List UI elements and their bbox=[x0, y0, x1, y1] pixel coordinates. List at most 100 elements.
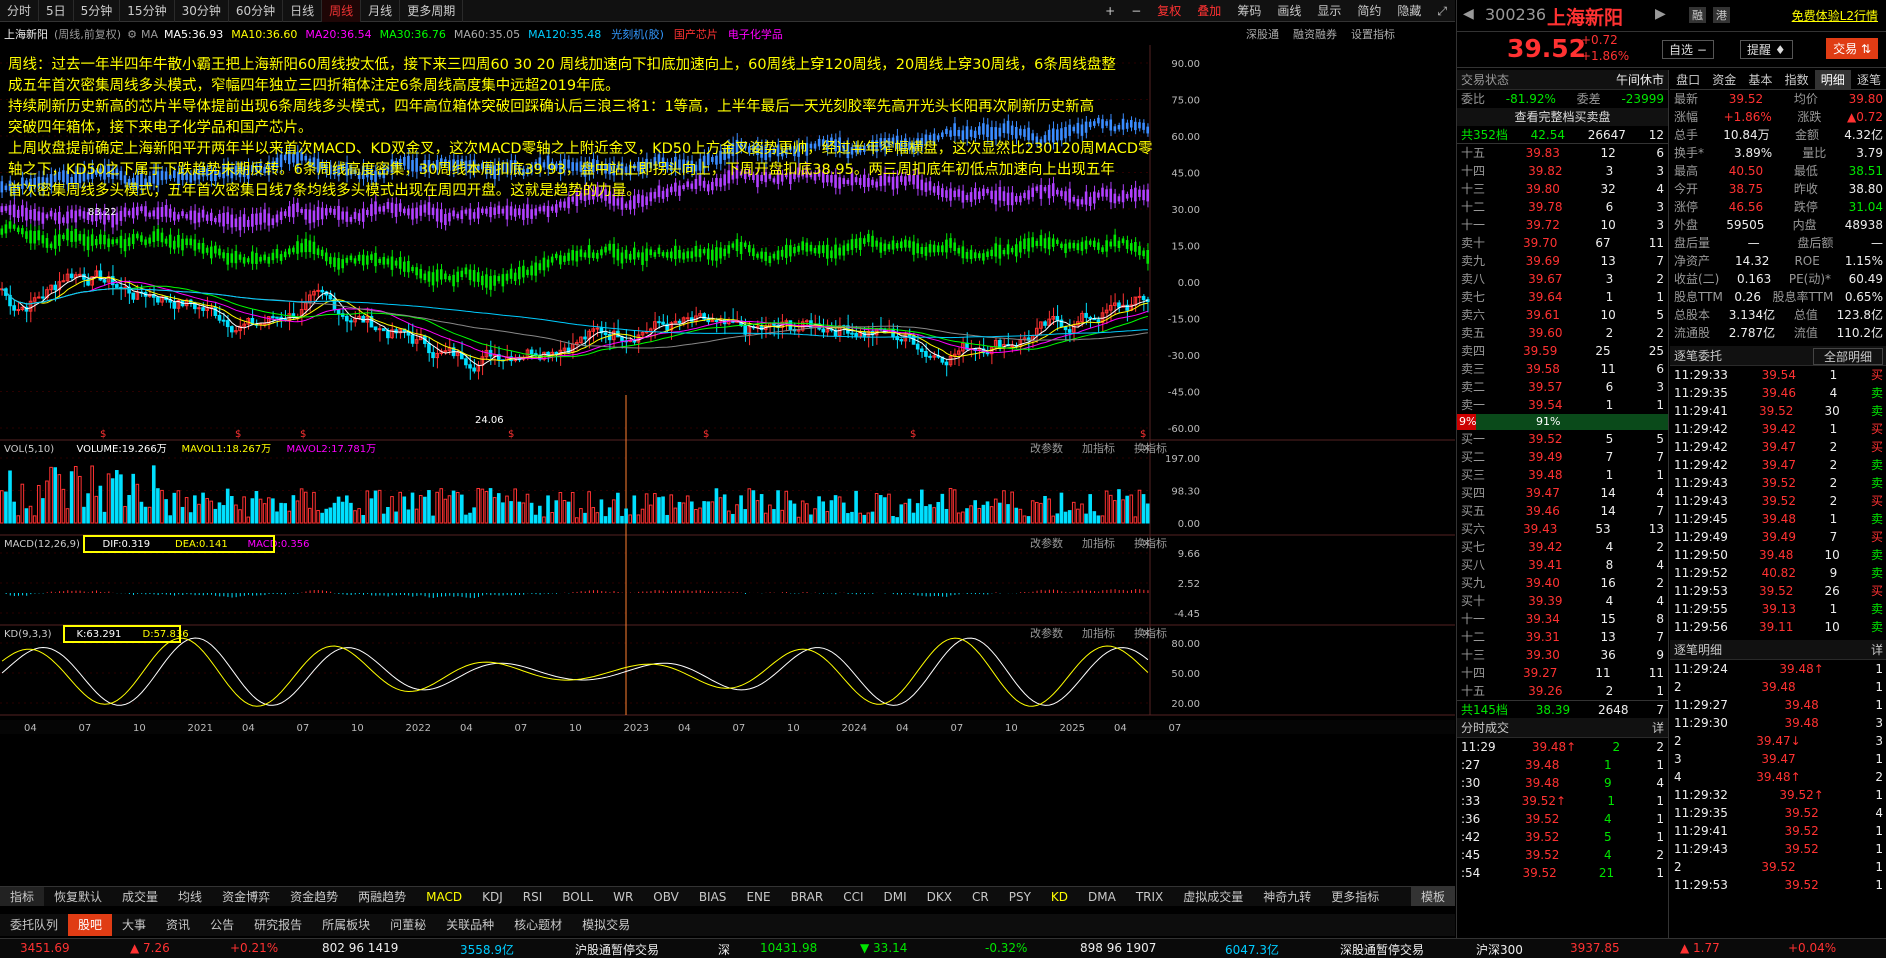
toolbar-button[interactable]: 显示 bbox=[1309, 0, 1349, 22]
indicator-tab[interactable]: TRIX bbox=[1126, 887, 1173, 906]
indicator-tab[interactable]: BRAR bbox=[781, 887, 834, 906]
info-tab[interactable]: 模拟交易 bbox=[572, 914, 640, 936]
quote-tab[interactable]: 明细 bbox=[1814, 70, 1851, 89]
indicator-tab[interactable]: WR bbox=[603, 887, 643, 906]
tag-2[interactable]: 国产芯片 bbox=[674, 26, 718, 42]
close-icon[interactable]: ✕ bbox=[1142, 442, 1151, 455]
kline-chart[interactable]: 90.0075.0060.0045.0030.0015.000.00-15.00… bbox=[0, 45, 1455, 913]
trade-button[interactable]: 交易 ⇅ bbox=[1826, 38, 1878, 59]
info-tab[interactable]: 关联品种 bbox=[436, 914, 504, 936]
tag-3[interactable]: 电子化学品 bbox=[728, 26, 783, 42]
close-icon[interactable]: ✕ bbox=[1142, 627, 1151, 640]
indicator-tab[interactable]: 模板 bbox=[1410, 887, 1455, 906]
period-tab[interactable]: 日线 bbox=[283, 0, 323, 22]
toolbar-button[interactable]: 筹码 bbox=[1229, 0, 1269, 22]
indicator-tab[interactable]: DMA bbox=[1078, 887, 1126, 906]
toolbar-button[interactable]: 叠加 bbox=[1189, 0, 1229, 22]
indicator-tab[interactable]: DMI bbox=[874, 887, 917, 906]
panel-button[interactable]: 改参数 bbox=[1030, 441, 1063, 455]
toolbar-button[interactable]: 画线 bbox=[1269, 0, 1309, 22]
full-depth-button[interactable]: 查看完整档买卖盘 bbox=[1457, 108, 1668, 126]
volume-bar bbox=[1129, 494, 1134, 524]
info-tab[interactable]: 问董秘 bbox=[380, 914, 436, 936]
overlay-candle-body bbox=[1014, 126, 1018, 139]
indicator-tab[interactable]: 更多指标 bbox=[1321, 887, 1389, 906]
toolbar-button[interactable]: + bbox=[1097, 0, 1123, 22]
info-tab[interactable]: 研究报告 bbox=[244, 914, 312, 936]
zhubi-filter[interactable]: 全部明细 bbox=[1812, 348, 1883, 365]
indicator-tab[interactable]: 两融趋势 bbox=[348, 887, 416, 906]
indicator-tab[interactable]: DKX bbox=[917, 887, 962, 906]
indicator-tab[interactable]: 恢复默认 bbox=[44, 887, 112, 906]
indicator-tab[interactable]: PSY bbox=[999, 887, 1041, 906]
indicator-tab[interactable]: 均线 bbox=[168, 887, 212, 906]
toolbar-button[interactable]: 复权 bbox=[1149, 0, 1189, 22]
quote-tab[interactable]: 盘口 bbox=[1670, 70, 1706, 89]
indicator-tab[interactable]: ENE bbox=[736, 887, 780, 906]
quote-tab[interactable]: 指数 bbox=[1779, 70, 1815, 89]
period-tab[interactable]: 15分钟 bbox=[120, 0, 175, 22]
indicator-tab[interactable]: MACD bbox=[416, 887, 472, 906]
tick-row-cell: 39.52 bbox=[1522, 866, 1557, 880]
period-tab[interactable]: 周线 bbox=[322, 0, 362, 22]
quote-tab[interactable]: 基本 bbox=[1742, 70, 1778, 89]
indicator-tab[interactable]: 资金趋势 bbox=[280, 887, 348, 906]
link-settings[interactable]: 设置指标 bbox=[1351, 26, 1395, 42]
toolbar-button[interactable]: 简约 bbox=[1349, 0, 1389, 22]
link-shgt[interactable]: 深股通 bbox=[1246, 26, 1279, 42]
indicator-tab[interactable]: KD bbox=[1041, 887, 1078, 906]
info-tab[interactable]: 核心题材 bbox=[504, 914, 572, 936]
indicator-tab[interactable]: BIAS bbox=[689, 887, 737, 906]
trade-tick-row-cell: 1 bbox=[1875, 752, 1883, 766]
indicator-tab[interactable]: 成交量 bbox=[112, 887, 168, 906]
l2-promo-link[interactable]: 免费体验L2行情 bbox=[1792, 7, 1878, 24]
info-tab[interactable]: 资讯 bbox=[156, 914, 200, 936]
period-tab[interactable]: 更多周期 bbox=[400, 0, 464, 22]
gear-icon[interactable]: ⚙ bbox=[127, 28, 137, 41]
info-tab[interactable]: 所属板块 bbox=[312, 914, 380, 936]
indicator-tab[interactable]: 指标 bbox=[0, 887, 45, 906]
toolbar-button[interactable]: ⤢ bbox=[1429, 0, 1455, 22]
indicator-tab[interactable]: CR bbox=[962, 887, 999, 906]
panel-button[interactable]: 加指标 bbox=[1082, 441, 1115, 455]
indicator-tab[interactable]: BOLL bbox=[552, 887, 603, 906]
quote-tab[interactable]: 资金 bbox=[1706, 70, 1742, 89]
period-tab[interactable]: 月线 bbox=[361, 0, 401, 22]
indicator-tab[interactable]: CCI bbox=[833, 887, 873, 906]
tag-1[interactable]: 光刻机(胶) bbox=[611, 26, 664, 42]
period-tab[interactable]: 30分钟 bbox=[175, 0, 229, 22]
watchlist-button[interactable]: 自选 − bbox=[1662, 40, 1714, 59]
period-tab[interactable]: 分时 bbox=[0, 0, 40, 22]
alert-button[interactable]: 提醒 ♦ bbox=[1740, 40, 1793, 59]
link-margin[interactable]: 融资融券 bbox=[1293, 26, 1337, 42]
toolbar-button[interactable]: − bbox=[1123, 0, 1149, 22]
info-tab[interactable]: 股吧 bbox=[68, 914, 113, 936]
period-tab[interactable]: 60分钟 bbox=[229, 0, 284, 22]
close-icon[interactable]: ✕ bbox=[1142, 537, 1151, 550]
info-tab[interactable]: 委托队列 bbox=[0, 914, 68, 936]
indicator-tab[interactable]: 虚拟成交量 bbox=[1173, 887, 1253, 906]
overlay-candle-body bbox=[813, 173, 817, 181]
period-tab[interactable]: 5分钟 bbox=[74, 0, 121, 22]
period-tab[interactable]: 5日 bbox=[39, 0, 74, 22]
toolbar-button[interactable]: 隐藏 bbox=[1389, 0, 1429, 22]
info-tab[interactable]: 大事 bbox=[112, 914, 156, 936]
overlay-candle-body bbox=[756, 174, 759, 188]
indicator-tab[interactable]: RSI bbox=[513, 887, 553, 906]
indicator-tab[interactable]: 资金博弈 bbox=[212, 887, 280, 906]
indicator-tab[interactable]: 神奇九转 bbox=[1253, 887, 1321, 906]
indicator-tab[interactable]: OBV bbox=[643, 887, 689, 906]
next-stock-icon[interactable]: ▶ bbox=[1655, 6, 1666, 22]
prev-stock-icon[interactable]: ◀ bbox=[1463, 6, 1474, 22]
panel-button[interactable]: 加指标 bbox=[1082, 536, 1115, 550]
indicator-tab[interactable]: KDJ bbox=[472, 887, 513, 906]
info-tab[interactable]: 公告 bbox=[200, 914, 244, 936]
panel-button[interactable]: 加指标 bbox=[1082, 626, 1115, 640]
panel-button[interactable]: 改参数 bbox=[1030, 626, 1063, 640]
mingxi-detail-button[interactable]: 详 bbox=[1871, 640, 1883, 659]
weibi-row-cell: 委差 bbox=[1576, 92, 1601, 106]
fenshi-detail-button[interactable]: 详 bbox=[1652, 718, 1664, 737]
quote-tab[interactable]: 逐笔 bbox=[1851, 70, 1886, 89]
panel-button[interactable]: 改参数 bbox=[1030, 536, 1063, 550]
quote-row-cell: 40.50 bbox=[1728, 164, 1764, 178]
